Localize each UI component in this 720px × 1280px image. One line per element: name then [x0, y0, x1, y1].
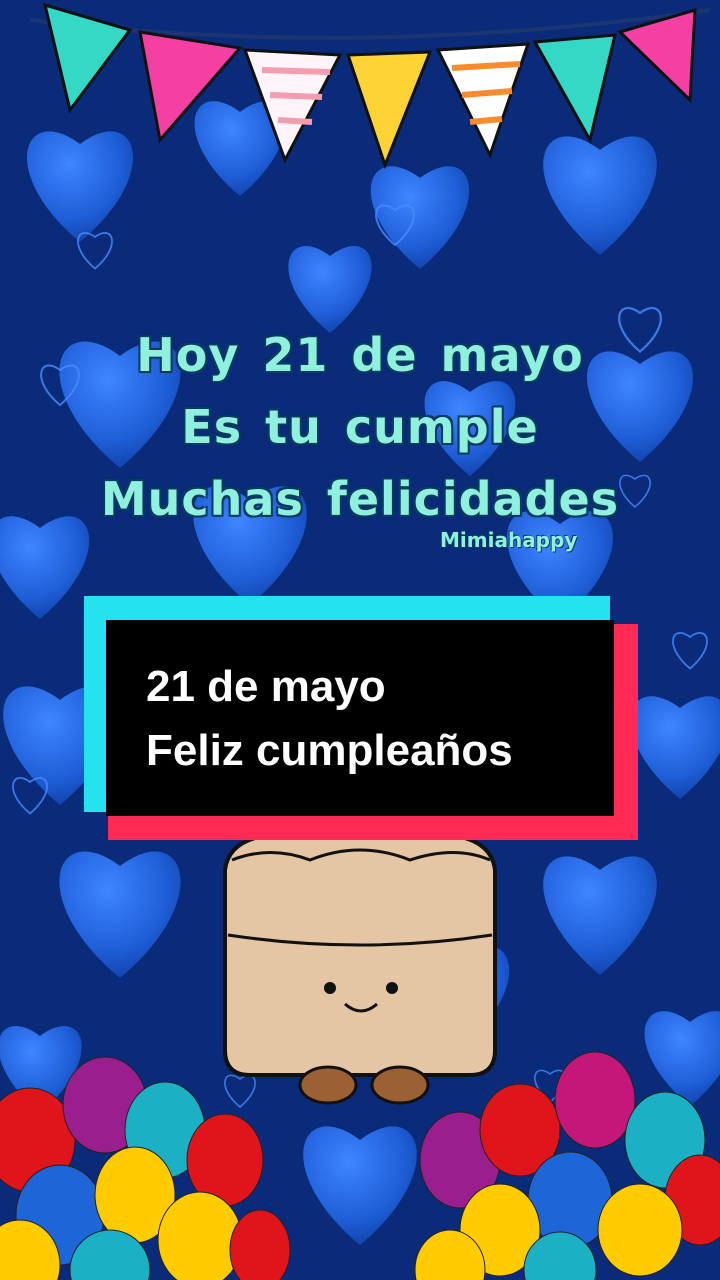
caption-line-greeting: Feliz cumpleaños	[146, 726, 513, 775]
caption-line-date: 21 de mayo	[146, 662, 386, 711]
bread-character	[223, 825, 497, 1105]
signature: Mimiahappy	[440, 528, 578, 552]
greeting-line-date: Hoy 21 de mayo	[136, 328, 584, 382]
greeting-line-birthday: Es tu cumple	[181, 400, 539, 454]
caption-background	[106, 620, 614, 816]
caption-box: 21 de mayo Feliz cumpleaños	[84, 596, 640, 842]
greeting-line-wishes: Muchas felicidades	[100, 472, 620, 526]
